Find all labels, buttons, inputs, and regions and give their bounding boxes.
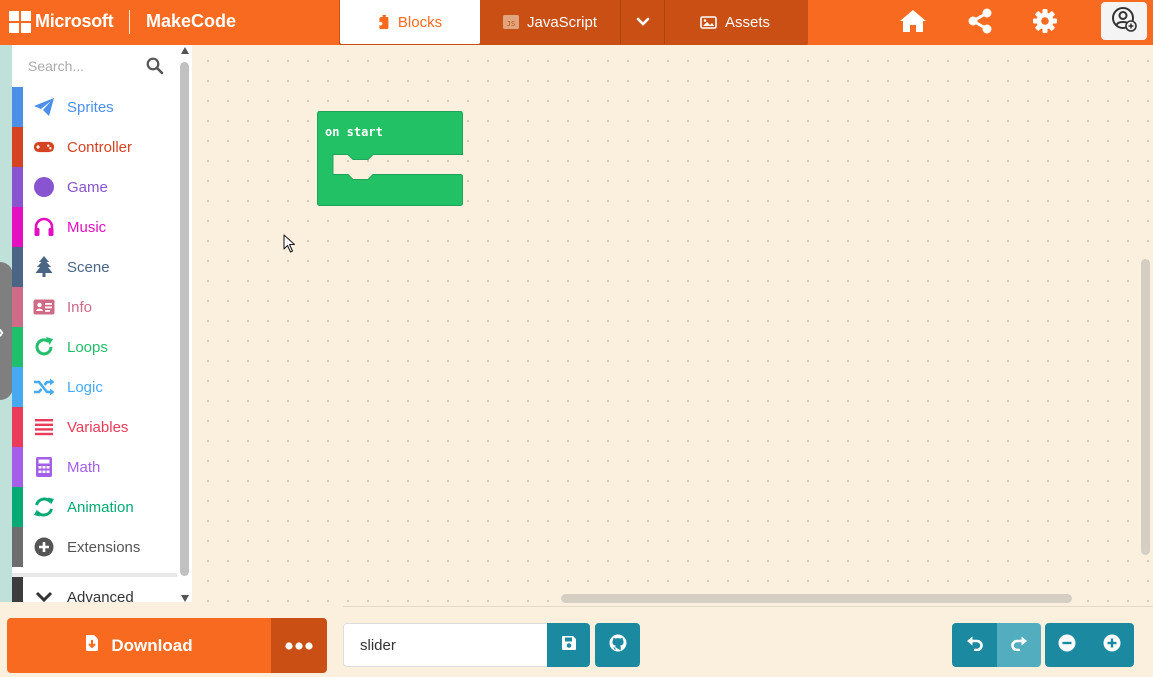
github-icon: [609, 634, 627, 657]
category-label: Logic: [67, 379, 103, 396]
tab-assets[interactable]: Assets: [665, 0, 805, 44]
circle-icon: [33, 176, 55, 198]
sign-in-button[interactable]: [1101, 2, 1147, 40]
save-button[interactable]: [547, 623, 590, 667]
mouse-cursor-icon: [283, 234, 296, 253]
category-loops[interactable]: Loops: [12, 327, 177, 367]
category-label: Controller: [67, 139, 133, 156]
plus-circle-icon: [33, 536, 55, 558]
floppy-disk-icon: [561, 635, 577, 656]
image-icon: [700, 15, 717, 29]
tree-icon: [33, 256, 55, 278]
refresh-icon: [33, 336, 55, 358]
category-label: Music: [67, 219, 107, 236]
toolbox-scroll-thumb[interactable]: [180, 62, 189, 576]
block-label: on start: [325, 125, 383, 139]
category-label: Sprites: [67, 99, 114, 116]
settings-button[interactable]: [1030, 8, 1060, 38]
category-label: Extensions: [67, 539, 141, 556]
scroll-up-arrow-icon[interactable]: [181, 47, 189, 54]
category-sprites[interactable]: Sprites: [12, 87, 177, 127]
home-button[interactable]: [898, 8, 928, 38]
category-advanced[interactable]: Advanced: [12, 577, 177, 602]
undo-button[interactable]: [952, 623, 997, 667]
tab-label: Assets: [724, 13, 770, 31]
home-icon: [898, 8, 928, 39]
app-name[interactable]: MakeCode: [146, 11, 236, 32]
list-icon: [33, 416, 55, 438]
headphones-icon: [33, 216, 55, 238]
language-dropdown-button[interactable]: [620, 0, 665, 44]
id-card-icon: [33, 296, 55, 318]
redo-icon: [1010, 635, 1028, 656]
github-button[interactable]: [595, 623, 640, 667]
toolbox: Sprites Controller Game Music Scene Info: [12, 45, 177, 602]
category-extensions[interactable]: Extensions: [12, 527, 177, 567]
tab-label: JavaScript: [526, 13, 598, 31]
redo-button[interactable]: [997, 623, 1041, 667]
zoom-in-button[interactable]: [1089, 623, 1134, 667]
category-label: Loops: [67, 339, 108, 356]
js-file-icon: JS: [502, 15, 519, 29]
category-label: Animation: [67, 499, 134, 516]
gear-icon: [1032, 8, 1058, 39]
category-math[interactable]: Math: [12, 447, 177, 487]
workspace-horizontal-scrollbar[interactable]: [561, 594, 1072, 603]
share-button[interactable]: [965, 8, 995, 38]
workspace-vertical-scrollbar[interactable]: [1141, 259, 1150, 555]
brand-divider: [129, 10, 130, 34]
download-file-icon: [85, 634, 99, 657]
calculator-icon: [33, 456, 55, 478]
download-label: Download: [111, 635, 193, 655]
category-label: Scene: [67, 259, 110, 276]
more-options-button[interactable]: [271, 618, 327, 673]
tab-blocks[interactable]: Blocks: [340, 0, 480, 44]
category-info[interactable]: Info: [12, 287, 177, 327]
category-label: Game: [67, 179, 108, 196]
category-scene[interactable]: Scene: [12, 247, 177, 287]
category-animation[interactable]: Animation: [12, 487, 177, 527]
category-logic[interactable]: Logic: [12, 367, 177, 407]
undo-icon: [966, 635, 984, 656]
puzzle-icon: [378, 15, 390, 29]
sync-icon: [33, 496, 55, 518]
share-icon: [967, 8, 993, 39]
category-label: Info: [67, 299, 93, 316]
plus-circle-icon: [1103, 634, 1121, 657]
chevron-down-icon: [33, 586, 55, 602]
tab-label: Blocks: [397, 13, 443, 31]
company-name: Microsoft: [35, 11, 114, 31]
search-icon[interactable]: [146, 57, 164, 80]
category-music[interactable]: Music: [12, 207, 177, 247]
ellipsis-icon: [285, 637, 313, 655]
category-controller[interactable]: Controller: [12, 127, 177, 167]
category-label: Math: [67, 459, 101, 476]
tab-javascript[interactable]: JS JavaScript: [480, 0, 620, 44]
download-button[interactable]: Download: [7, 618, 271, 673]
svg-text:JS: JS: [507, 20, 515, 28]
category-variables[interactable]: Variables: [12, 407, 177, 447]
category-game[interactable]: Game: [12, 167, 177, 207]
editor-tabs: Blocks JS JavaScript Assets: [339, 0, 808, 46]
minus-circle-icon: [1058, 634, 1076, 657]
chevron-right-icon: ›: [0, 322, 4, 343]
paper-plane-icon: [33, 96, 55, 118]
category-label: Advanced: [67, 589, 134, 602]
zoom-out-button[interactable]: [1045, 623, 1089, 667]
project-name-input[interactable]: [343, 623, 548, 667]
category-label: Variables: [67, 419, 129, 436]
scroll-down-arrow-icon[interactable]: [181, 595, 189, 602]
toolbox-search: [12, 45, 177, 87]
menu-bar: Microsoft MakeCode Blocks JS JavaScript: [0, 0, 1153, 46]
chevron-down-icon: [636, 17, 650, 27]
shuffle-icon: [33, 376, 55, 398]
microsoft-logo-icon: [9, 11, 31, 33]
user-icon: [1111, 6, 1137, 37]
gamepad-icon: [33, 136, 55, 158]
